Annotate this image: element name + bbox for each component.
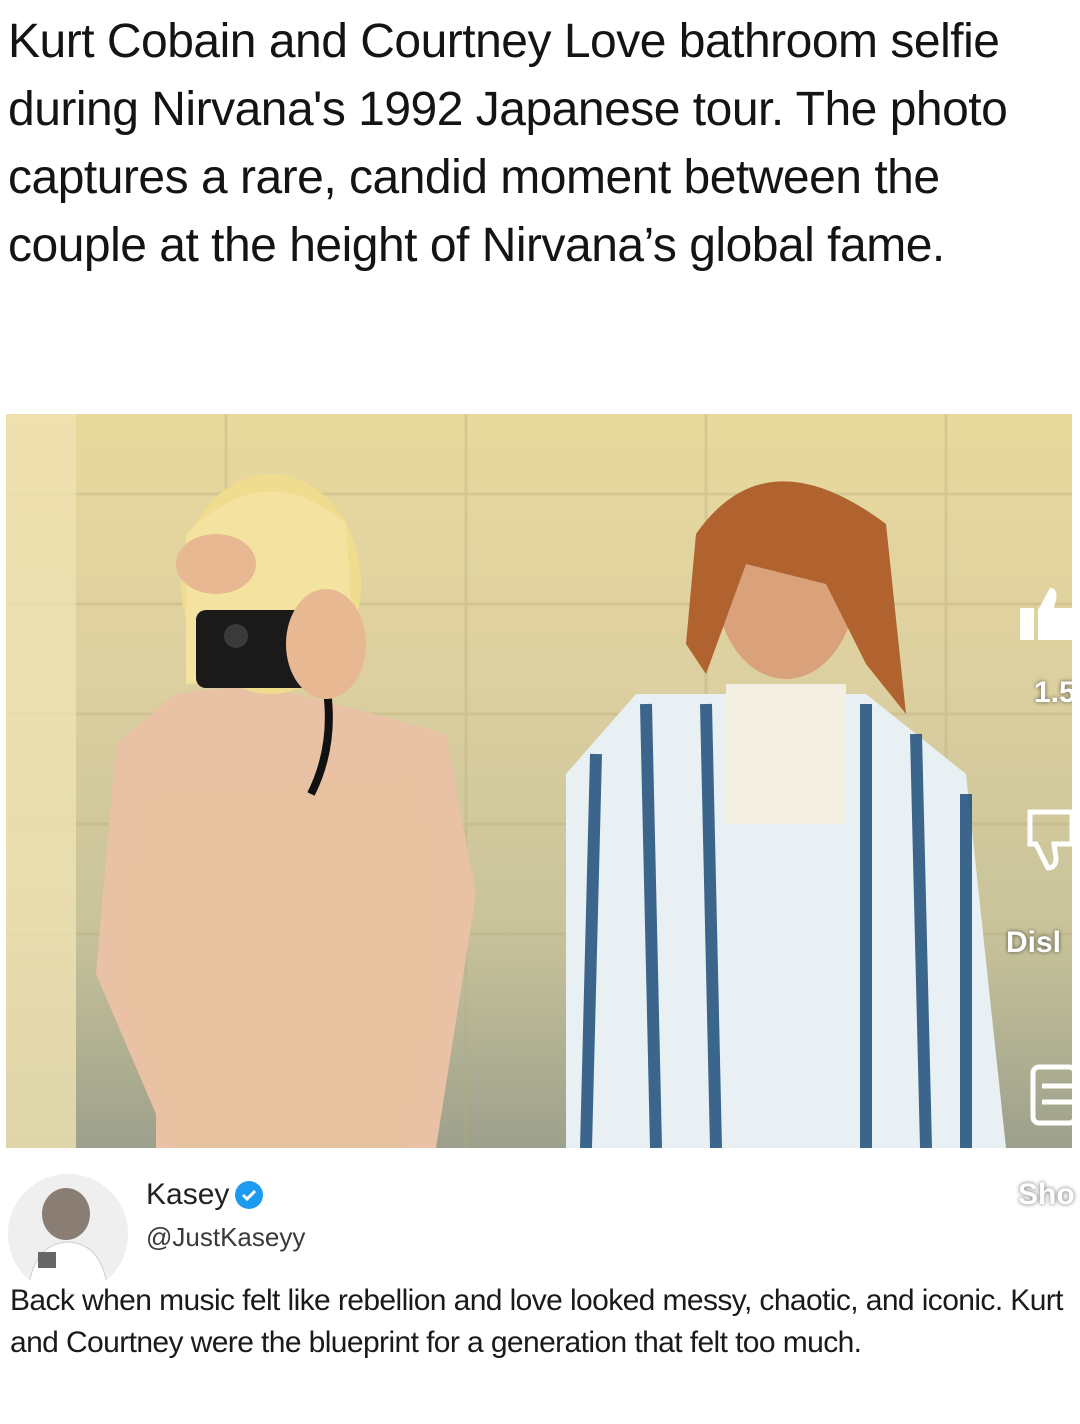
author-handle[interactable]: @JustKaseyy: [146, 1222, 305, 1253]
post-text: Back when music felt like rebellion and …: [10, 1284, 1064, 1359]
verified-badge-icon: [235, 1181, 264, 1209]
quoted-post: Kasey @JustKaseyy Back when music felt l…: [0, 1162, 1080, 1424]
thumbs-down-icon[interactable]: [1024, 808, 1072, 872]
avatar[interactable]: [8, 1174, 128, 1294]
author-name[interactable]: Kasey: [146, 1178, 229, 1212]
meme-caption: Kurt Cobain and Courtney Love bathroom s…: [8, 15, 1008, 272]
dislike-label: Disl: [1006, 926, 1062, 959]
author-name-row[interactable]: Kasey: [146, 1178, 264, 1212]
photo: 1.5 Disl: [6, 414, 1072, 1148]
like-count: 1.5: [1034, 676, 1072, 709]
thumbs-up-icon[interactable]: [1016, 584, 1072, 644]
comment-icon[interactable]: [1030, 1064, 1072, 1126]
